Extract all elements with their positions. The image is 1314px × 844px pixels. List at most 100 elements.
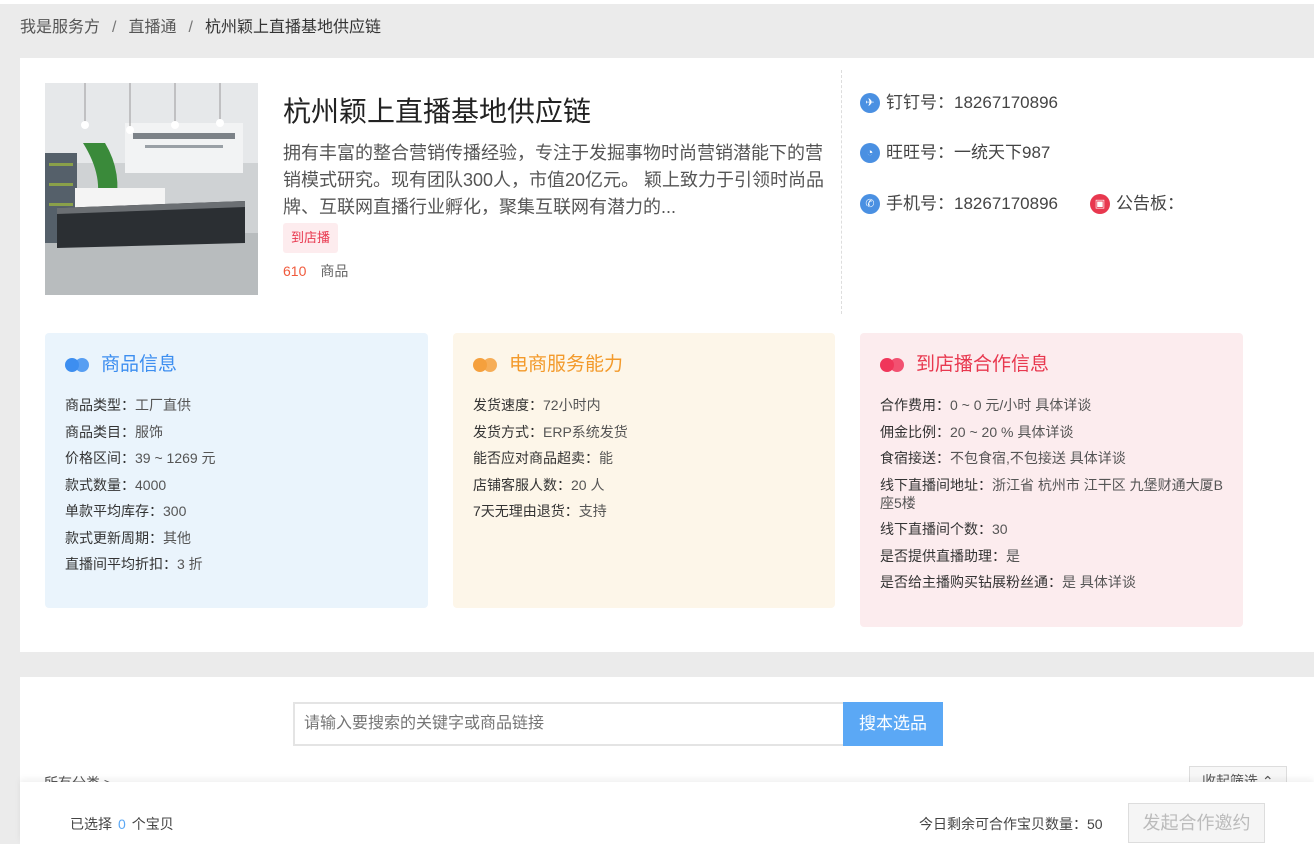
info-row: 款式更新周期：其他 bbox=[65, 529, 408, 547]
contact-phone: ✆ 手机号：18267170896 bbox=[860, 192, 1058, 216]
dots-icon bbox=[473, 358, 499, 372]
product-count: 610 bbox=[283, 263, 307, 279]
shop-description: 拥有丰富的整合营销传播经验，专注于发掘事物时尚营销潜能下的营销模式研究。现有团队… bbox=[283, 143, 825, 217]
shop-name: 杭州颖上直播基地供应链 bbox=[283, 96, 592, 127]
info-key: 价格区间： bbox=[65, 450, 135, 466]
info-value: 其他 bbox=[163, 529, 191, 546]
info-key: 线下直播间地址： bbox=[880, 476, 992, 493]
info-value: 是 bbox=[1006, 547, 1020, 564]
info-value: 工厂直供 bbox=[135, 397, 191, 413]
phone-icon: ✆ bbox=[860, 194, 880, 214]
coop-title: 到店播合作信息 bbox=[880, 352, 1223, 378]
search-button[interactable]: 搜本选品 bbox=[843, 702, 943, 746]
product-label: 商品 bbox=[320, 263, 349, 279]
info-row: 发货方式：ERP系统发货 bbox=[473, 423, 815, 441]
breadcrumb-item-service[interactable]: 我是服务方 bbox=[20, 19, 100, 36]
info-row: 能否应对商品超卖：能 bbox=[473, 449, 815, 467]
info-row: 店铺客服人数：20 人 bbox=[473, 476, 815, 494]
info-value: 20 人 bbox=[571, 476, 605, 493]
service-panel: 电商服务能力 发货速度：72小时内 发货方式：ERP系统发货 能否应对商品超卖：能店… bbox=[453, 333, 835, 608]
goods-info-title: 商品信息 bbox=[65, 352, 408, 378]
info-row: 是否给主播购买钻展粉丝通：是 具体详谈 bbox=[880, 573, 1223, 591]
info-value: 是 具体详谈 bbox=[1062, 574, 1136, 590]
info-row: 线下直播间个数：30 bbox=[880, 520, 1223, 538]
info-value: 服饰 bbox=[135, 423, 163, 440]
bottom-bar: 已选择 0 个宝贝 今日剩余可合作宝贝数量：50 发起合作邀约 bbox=[20, 782, 1314, 844]
info-key: 款式更新周期： bbox=[65, 529, 163, 546]
wangwang-icon: ◔ bbox=[860, 143, 880, 163]
invite-button[interactable]: 发起合作邀约 bbox=[1128, 803, 1265, 843]
info-value: 3 折 bbox=[177, 556, 203, 572]
breadcrumb-separator: / bbox=[112, 19, 117, 36]
info-value: 30 bbox=[992, 521, 1008, 537]
info-value: 0 ~ 0 元/小时 具体详谈 bbox=[950, 397, 1092, 413]
contact-dingtalk: ✈ 钉钉号：18267170896 bbox=[860, 91, 1058, 115]
breadcrumb-item-live[interactable]: 直播通 bbox=[128, 19, 176, 36]
info-value: 4000 bbox=[135, 476, 167, 493]
gift-icon: ▣ bbox=[1090, 194, 1110, 214]
info-value: ERP系统发货 bbox=[543, 423, 628, 440]
dots-icon bbox=[65, 358, 91, 372]
contact-wangwang: ◔ 旺旺号：一统天下987 bbox=[860, 141, 1050, 165]
info-value: 300 bbox=[163, 503, 187, 519]
info-key: 直播间平均折扣： bbox=[65, 556, 177, 572]
info-row: 商品类型：工厂直供 bbox=[65, 396, 408, 414]
dingtalk-text: 钉钉号：18267170896 bbox=[886, 93, 1059, 112]
shop-info: 杭州颖上直播基地供应链 拥有丰富的整合营销传播经验，专注于发掘事物时尚营销潜能下… bbox=[283, 94, 839, 281]
divider bbox=[841, 70, 842, 314]
info-key: 发货方式： bbox=[473, 423, 543, 440]
goods-info-panel: 商品信息 商品类型：工厂直供 商品类目：服饰 价格区间：39 ~ 1269 元款式数… bbox=[45, 333, 428, 608]
info-row: 价格区间：39 ~ 1269 元 bbox=[65, 449, 408, 467]
info-value: 20 ~ 20 % 具体详谈 bbox=[950, 423, 1074, 440]
coop-panel: 到店播合作信息 合作费用：0 ~ 0 元/小时 具体详谈 佣金比例：20 ~ 20… bbox=[860, 333, 1243, 627]
info-row: 7天无理由退货：支持 bbox=[473, 502, 815, 520]
service-title: 电商服务能力 bbox=[473, 352, 815, 378]
info-value: 72小时内 bbox=[543, 397, 601, 413]
search-input[interactable] bbox=[293, 702, 844, 746]
top-strip bbox=[0, 0, 1314, 4]
info-row: 款式数量：4000 bbox=[65, 476, 408, 494]
info-key: 能否应对商品超卖： bbox=[473, 450, 599, 466]
product-stats: 610 商品 bbox=[283, 261, 839, 281]
info-value: 39 ~ 1269 元 bbox=[135, 450, 216, 466]
shop-card: 杭州颖上直播基地供应链 拥有丰富的整合营销传播经验，专注于发掘事物时尚营销潜能下… bbox=[20, 58, 1314, 652]
shop-photo bbox=[45, 83, 258, 295]
breadcrumb-separator: / bbox=[188, 19, 193, 36]
info-value: 支持 bbox=[578, 503, 607, 519]
info-key: 店铺客服人数： bbox=[473, 476, 571, 493]
info-row: 发货速度：72小时内 bbox=[473, 396, 815, 414]
info-key: 佣金比例： bbox=[880, 423, 950, 440]
info-key: 商品类目： bbox=[65, 423, 135, 440]
info-row: 食宿接送：不包食宿,不包接送 具体详谈 bbox=[880, 449, 1223, 467]
breadcrumb-current: 杭州颖上直播基地供应链 bbox=[204, 19, 381, 36]
phone-text: 手机号：18267170896 bbox=[886, 194, 1059, 213]
info-key: 7天无理由退货： bbox=[473, 503, 579, 519]
info-row: 商品类目：服饰 bbox=[65, 423, 408, 441]
wangwang-text: 旺旺号：一统天下987 bbox=[886, 143, 1051, 162]
selected-count: 已选择 0 个宝贝 bbox=[70, 816, 174, 832]
remaining-quota: 今日剩余可合作宝贝数量：50 bbox=[919, 816, 1103, 832]
info-row: 直播间平均折扣：3 折 bbox=[65, 555, 408, 573]
info-key: 是否给主播购买钻展粉丝通： bbox=[880, 574, 1062, 590]
breadcrumb: 我是服务方 / 直播通 / 杭州颖上直播基地供应链 bbox=[20, 17, 381, 39]
info-row: 线下直播间地址：浙江省 杭州市 江干区 九堡财通大厦B座5楼 bbox=[880, 476, 1223, 512]
dingtalk-icon: ✈ bbox=[860, 93, 880, 113]
info-key: 发货速度： bbox=[473, 397, 543, 413]
info-key: 商品类型： bbox=[65, 397, 135, 413]
notice-text: 公告板： bbox=[1116, 194, 1184, 213]
dots-icon bbox=[880, 358, 906, 372]
notice-board: ▣ 公告板： bbox=[1090, 192, 1184, 216]
info-row: 单款平均库存：300 bbox=[65, 502, 408, 520]
info-key: 线下直播间个数： bbox=[880, 521, 992, 537]
info-row: 佣金比例：20 ~ 20 % 具体详谈 bbox=[880, 423, 1223, 441]
tag-in-store-live: 到店播 bbox=[283, 223, 339, 253]
info-key: 单款平均库存： bbox=[65, 503, 163, 519]
info-key: 合作费用： bbox=[880, 397, 950, 413]
info-key: 是否提供直播助理： bbox=[880, 547, 1006, 564]
info-key: 款式数量： bbox=[65, 476, 135, 493]
info-row: 是否提供直播助理：是 bbox=[880, 547, 1223, 565]
info-value: 能 bbox=[599, 450, 613, 466]
info-value: 不包食宿,不包接送 具体详谈 bbox=[950, 450, 1126, 466]
info-key: 食宿接送： bbox=[880, 450, 950, 466]
info-row: 合作费用：0 ~ 0 元/小时 具体详谈 bbox=[880, 396, 1223, 414]
